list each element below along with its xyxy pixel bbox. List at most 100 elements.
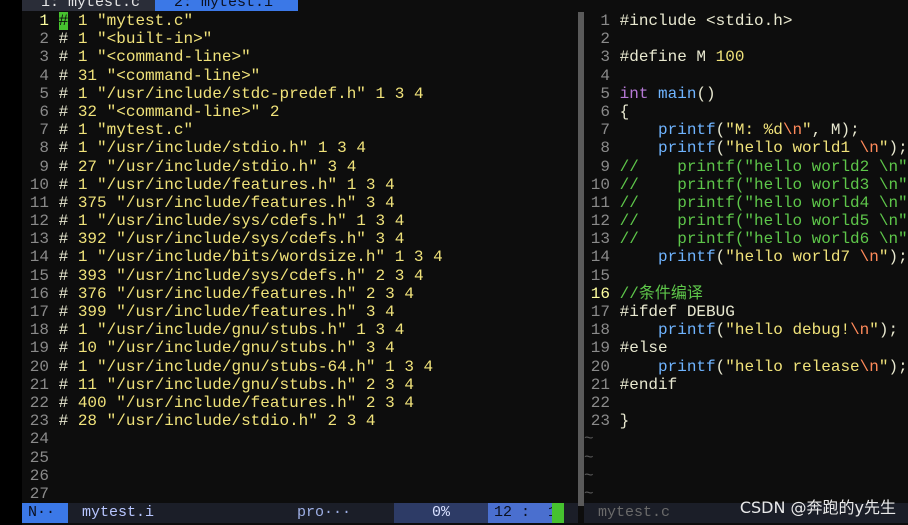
line-number: 22	[29, 393, 49, 412]
code-line: 5 # 1 "/usr/include/stdc-predef.h" 1 3 4	[22, 85, 578, 103]
line-number: 1	[39, 12, 49, 30]
watermark: CSDN @奔跑的y先生	[739, 498, 896, 517]
line-code: #else	[619, 339, 668, 358]
line-code: {	[619, 102, 630, 121]
code-line: 8 # 1 "/usr/include/stdio.h" 1 3 4	[22, 139, 578, 157]
line-code: # 1 "/usr/include/features.h" 1 3 4	[58, 175, 395, 194]
code-line: 7 # 1 "mytest.c"	[22, 121, 578, 139]
line-number: 23	[29, 412, 49, 431]
status-cursor-position: 12 : 1	[488, 503, 557, 523]
line-number: 13	[29, 230, 49, 249]
code-line: 12 // printf("hello world5 \n");	[584, 212, 908, 230]
line-code: #endif	[619, 375, 678, 394]
line-code: printf("hello world1 \n");	[658, 139, 908, 158]
code-line: 17 # 399 "/usr/include/features.h" 3 4	[22, 303, 578, 321]
line-code: # 11 "/usr/include/gnu/stubs.h" 2 3 4	[58, 375, 414, 394]
code-line: 10 // printf("hello world3 \n");	[584, 176, 908, 194]
line-code: # 1 "<built-in>"	[58, 30, 213, 49]
line-number: 19	[590, 339, 610, 358]
code-line: 26	[22, 467, 578, 485]
code-line: 16 //条件编译	[584, 285, 908, 303]
line-number: 11	[29, 193, 49, 212]
line-number: 14	[29, 248, 49, 267]
vim-window: 1: mytest.c 2: mytest.i 1 # 1 "mytest.c"…	[22, 0, 908, 525]
line-code: # 1 "/usr/include/bits/wordsize.h" 1 3 4	[58, 248, 443, 267]
line-code: //条件编译	[619, 284, 703, 303]
code-line: 1 #include <stdio.h>	[584, 12, 908, 30]
line-code: # 1 "/usr/include/sys/cdefs.h" 1 3 4	[58, 212, 405, 231]
code-line: 11 // printf("hello world4 \n");	[584, 194, 908, 212]
line-code: # 1 "/usr/include/stdc-predef.h" 1 3 4	[58, 84, 424, 103]
line-code: printf("hello release\n");	[658, 357, 908, 376]
line-number: 3	[39, 48, 49, 67]
editor-pane-right[interactable]: 1 #include <stdio.h> 2 3 #define M 100 4 5…	[584, 12, 908, 503]
code-line: 24	[22, 430, 578, 448]
line-number: 22	[590, 393, 610, 412]
code-line: 8 printf("hello world1 \n");	[584, 139, 908, 157]
line-number: 15	[590, 266, 610, 285]
code-line: 7 printf("M: %d\n", M);	[584, 121, 908, 139]
editor-pane-left[interactable]: 1 # 1 "mytest.c" 2 # 1 "<built-in>" 3 # 1 …	[22, 12, 578, 503]
code-line: 13 // printf("hello world6 \n");	[584, 230, 908, 248]
status-filename-inactive: mytest.c	[598, 504, 671, 521]
line-number: 9	[39, 157, 49, 176]
line-code: # 400 "/usr/include/features.h" 2 3 4	[58, 393, 414, 412]
line-number: 18	[29, 321, 49, 340]
status-end-marker	[552, 503, 564, 523]
line-number: 11	[590, 193, 610, 212]
line-number: 21	[590, 375, 610, 394]
line-number: 10	[590, 175, 610, 194]
line-code: // printf("hello world5 \n");	[619, 212, 908, 231]
line-number: 16	[29, 284, 49, 303]
line-number: 8	[39, 139, 49, 158]
code-line: 5 int main()	[584, 85, 908, 103]
code-line: 18 # 1 "/usr/include/gnu/stubs.h" 1 3 4	[22, 321, 578, 339]
line-code: # 393 "/usr/include/sys/cdefs.h" 2 3 4	[58, 266, 424, 285]
line-number: 26	[29, 466, 49, 485]
line-code: // printf("hello world3 \n");	[619, 175, 908, 194]
code-line: 19 #else	[584, 339, 908, 357]
code-line: 20 printf("hello release\n");	[584, 358, 908, 376]
status-filename: mytest.i	[82, 504, 155, 521]
line-code: // printf("hello world2 \n");	[619, 157, 908, 176]
code-line: 16 # 376 "/usr/include/features.h" 2 3 4	[22, 285, 578, 303]
line-code: # 28 "/usr/include/stdio.h" 2 3 4	[58, 412, 376, 431]
code-line: 14 printf("hello world7 \n");	[584, 248, 908, 266]
line-number: 2	[39, 30, 49, 49]
code-line: 4 # 31 "<command-line>"	[22, 67, 578, 85]
line-code: # 375 "/usr/include/features.h" 3 4	[58, 193, 395, 212]
line-number: 21	[29, 375, 49, 394]
tab-mytest-i[interactable]: 2: mytest.i	[155, 0, 299, 11]
tab-line: 1: mytest.c 2: mytest.i	[22, 0, 908, 11]
line-code: # 392 "/usr/include/sys/cdefs.h" 3 4	[58, 230, 405, 249]
line-number: 3	[600, 48, 610, 67]
line-number: 16	[590, 284, 610, 303]
line-number: 18	[590, 321, 610, 340]
code-line: 6 # 32 "<command-line>" 2	[22, 103, 578, 121]
line-code: // printf("hello world6 \n");	[619, 230, 908, 249]
code-line: 9 // printf("hello world2 \n");	[584, 158, 908, 176]
code-line: 15 # 393 "/usr/include/sys/cdefs.h" 2 3 …	[22, 267, 578, 285]
empty-buffer-marker: ~	[584, 448, 594, 467]
line-code: int main()	[619, 84, 716, 103]
line-code: // printf("hello world4 \n");	[619, 193, 908, 212]
line-number: 5	[39, 84, 49, 103]
tab-mytest-c[interactable]: 1: mytest.c	[22, 0, 166, 11]
line-number: 12	[590, 212, 610, 231]
code-line: 1 # 1 "mytest.c"	[22, 12, 578, 30]
line-number: 27	[29, 484, 49, 503]
line-code: # 1 "/usr/include/gnu/stubs-64.h" 1 3 4	[58, 357, 434, 376]
line-number: 17	[29, 303, 49, 321]
line-number: 13	[590, 230, 610, 249]
line-number: 9	[600, 157, 610, 176]
mode-indicator: N··	[22, 503, 68, 523]
line-number: 15	[29, 266, 49, 285]
line-code: printf("M: %d\n", M);	[658, 121, 860, 140]
line-number: 23	[590, 412, 610, 431]
line-number: 8	[600, 139, 610, 158]
